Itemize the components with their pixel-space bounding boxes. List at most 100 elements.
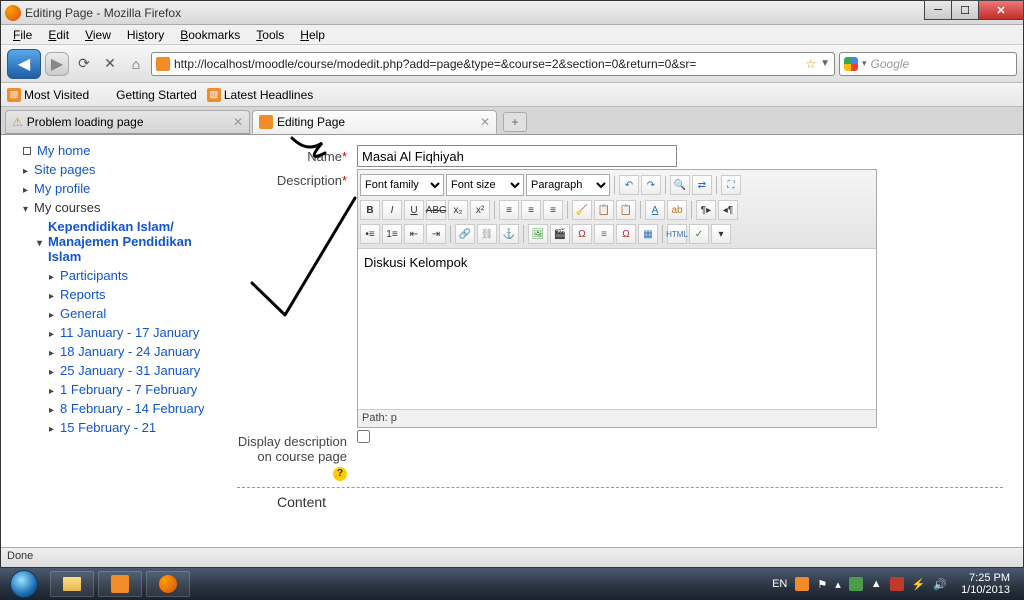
redo-button[interactable]: ↷	[641, 175, 661, 195]
align-left-button[interactable]: ≡	[499, 200, 519, 220]
nav-course[interactable]: Kependidikan Islam/ Manajemen Pendidikan…	[9, 217, 209, 266]
align-right-button[interactable]: ≡	[543, 200, 563, 220]
nav-my-courses[interactable]: My courses	[9, 198, 209, 217]
menu-edit[interactable]: Edit	[40, 26, 77, 44]
cleanup-button[interactable]: 🧹	[572, 200, 592, 220]
taskbar-firefox[interactable]	[146, 571, 190, 597]
bold-button[interactable]: B	[360, 200, 380, 220]
menu-history[interactable]: History	[119, 26, 172, 44]
nav-week-4[interactable]: 1 February - 7 February	[9, 380, 209, 399]
image-button[interactable]: 🖼	[528, 224, 548, 244]
outdent-button[interactable]: ⇤	[404, 224, 424, 244]
bullet-list-button[interactable]: •≡	[360, 224, 380, 244]
font-family-select[interactable]: Font family	[360, 174, 444, 196]
tray-action-center-icon[interactable]: ⚑	[817, 578, 827, 591]
nav-week-2[interactable]: 18 January - 24 January	[9, 342, 209, 361]
format-select[interactable]: Paragraph	[526, 174, 610, 196]
tray-network-icon[interactable]: ▴	[835, 578, 841, 591]
html-button[interactable]: HTML	[667, 224, 687, 244]
subscript-button[interactable]: x₂	[448, 200, 468, 220]
menu-tools[interactable]: Tools	[248, 26, 292, 44]
ltr-button[interactable]: ¶▸	[696, 200, 716, 220]
nav-general[interactable]: General	[9, 304, 209, 323]
find-button[interactable]: 🔍	[670, 175, 690, 195]
nav-reports[interactable]: Reports	[9, 285, 209, 304]
editor-textarea[interactable]: Diskusi Kelompok	[358, 249, 876, 409]
url-bar[interactable]: http://localhost/moodle/course/modedit.p…	[151, 52, 835, 76]
url-dropdown-icon[interactable]: ▼	[820, 58, 830, 69]
bookmark-latest-headlines[interactable]: ▧Latest Headlines	[207, 88, 313, 102]
forward-button[interactable]: ▶	[45, 52, 69, 76]
tray-app-icon[interactable]	[890, 577, 904, 591]
nav-my-profile[interactable]: My profile	[9, 179, 209, 198]
undo-button[interactable]: ↶	[619, 175, 639, 195]
text-color-button[interactable]: A	[645, 200, 665, 220]
tab-editing-page[interactable]: Editing Page ✕	[252, 110, 497, 134]
tab-problem-loading[interactable]: ⚠ Problem loading page ✕	[5, 110, 250, 134]
maximize-button[interactable]: ☐	[951, 0, 979, 20]
nav-week-5[interactable]: 8 February - 14 February	[9, 399, 209, 418]
tray-volume-icon[interactable]: 🔊	[933, 578, 947, 591]
name-input[interactable]	[357, 145, 677, 167]
font-size-select[interactable]: Font size	[446, 174, 524, 196]
taskbar-explorer[interactable]	[50, 571, 94, 597]
superscript-button[interactable]: x²	[470, 200, 490, 220]
tab-close-icon[interactable]: ✕	[480, 115, 490, 129]
number-list-button[interactable]: 1≡	[382, 224, 402, 244]
paste-text-button[interactable]: 📋	[594, 200, 614, 220]
tray-chevron-up-icon[interactable]: ▲	[871, 578, 882, 590]
paste-word-button[interactable]: 📋	[616, 200, 636, 220]
language-indicator[interactable]: EN	[772, 578, 787, 590]
align-center-button[interactable]: ≡	[521, 200, 541, 220]
bookmark-getting-started[interactable]: Getting Started	[99, 88, 197, 102]
tray-power-icon[interactable]: ⚡	[912, 578, 926, 591]
italic-button[interactable]: I	[382, 200, 402, 220]
close-button[interactable]: ✕	[978, 0, 1024, 20]
fullscreen-button[interactable]: ⛶	[721, 175, 741, 195]
unlink-button[interactable]: ⛓	[477, 224, 497, 244]
url-text[interactable]: http://localhost/moodle/course/modedit.p…	[174, 57, 801, 71]
menu-file[interactable]: File	[5, 26, 40, 44]
minimize-button[interactable]: ─	[924, 0, 952, 20]
bookmark-star-icon[interactable]: ☆	[805, 57, 816, 71]
display-desc-checkbox[interactable]	[357, 430, 370, 443]
nonbreaking-button[interactable]: ≡	[594, 224, 614, 244]
stop-button[interactable]: ✕	[99, 53, 121, 75]
home-button[interactable]: ⌂	[125, 53, 147, 75]
charmap-button[interactable]: Ω	[616, 224, 636, 244]
reload-button[interactable]: ⟳	[73, 53, 95, 75]
underline-button[interactable]: U	[404, 200, 424, 220]
replace-button[interactable]: ⇄	[692, 175, 712, 195]
help-icon[interactable]: ?	[333, 467, 347, 481]
bookmark-most-visited[interactable]: ▧Most Visited	[7, 88, 89, 102]
back-button[interactable]: ◀	[7, 49, 41, 79]
tab-close-icon[interactable]: ✕	[233, 115, 243, 129]
equation-button[interactable]: Ω	[572, 224, 592, 244]
menu-bookmarks[interactable]: Bookmarks	[172, 26, 248, 44]
taskbar-xampp[interactable]	[98, 571, 142, 597]
nav-week-6[interactable]: 15 February - 21	[9, 418, 209, 437]
strikethrough-button[interactable]: ABC	[426, 200, 446, 220]
search-box[interactable]: ▾ Google	[839, 52, 1017, 76]
nav-participants[interactable]: Participants	[9, 266, 209, 285]
nav-week-1[interactable]: 11 January - 17 January	[9, 323, 209, 342]
nav-my-home[interactable]: My home	[9, 141, 209, 160]
chevron-down-icon[interactable]: ▾	[711, 224, 731, 244]
link-button[interactable]: 🔗	[455, 224, 475, 244]
table-button[interactable]: ▦	[638, 224, 658, 244]
indent-button[interactable]: ⇥	[426, 224, 446, 244]
start-button[interactable]	[0, 568, 48, 600]
tray-av-icon[interactable]	[849, 577, 863, 591]
new-tab-button[interactable]: +	[503, 112, 527, 132]
search-dropdown-icon[interactable]: ▾	[862, 58, 867, 69]
spellcheck-button[interactable]: ✓	[689, 224, 709, 244]
media-button[interactable]: 🎬	[550, 224, 570, 244]
bg-color-button[interactable]: ab	[667, 200, 687, 220]
nav-site-pages[interactable]: Site pages	[9, 160, 209, 179]
tray-xampp-icon[interactable]	[795, 577, 809, 591]
menu-help[interactable]: Help	[292, 26, 333, 44]
nav-week-3[interactable]: 25 January - 31 January	[9, 361, 209, 380]
menu-view[interactable]: View	[77, 26, 119, 44]
taskbar-clock[interactable]: 7:25 PM 1/10/2013	[955, 572, 1016, 596]
anchor-button[interactable]: ⚓	[499, 224, 519, 244]
